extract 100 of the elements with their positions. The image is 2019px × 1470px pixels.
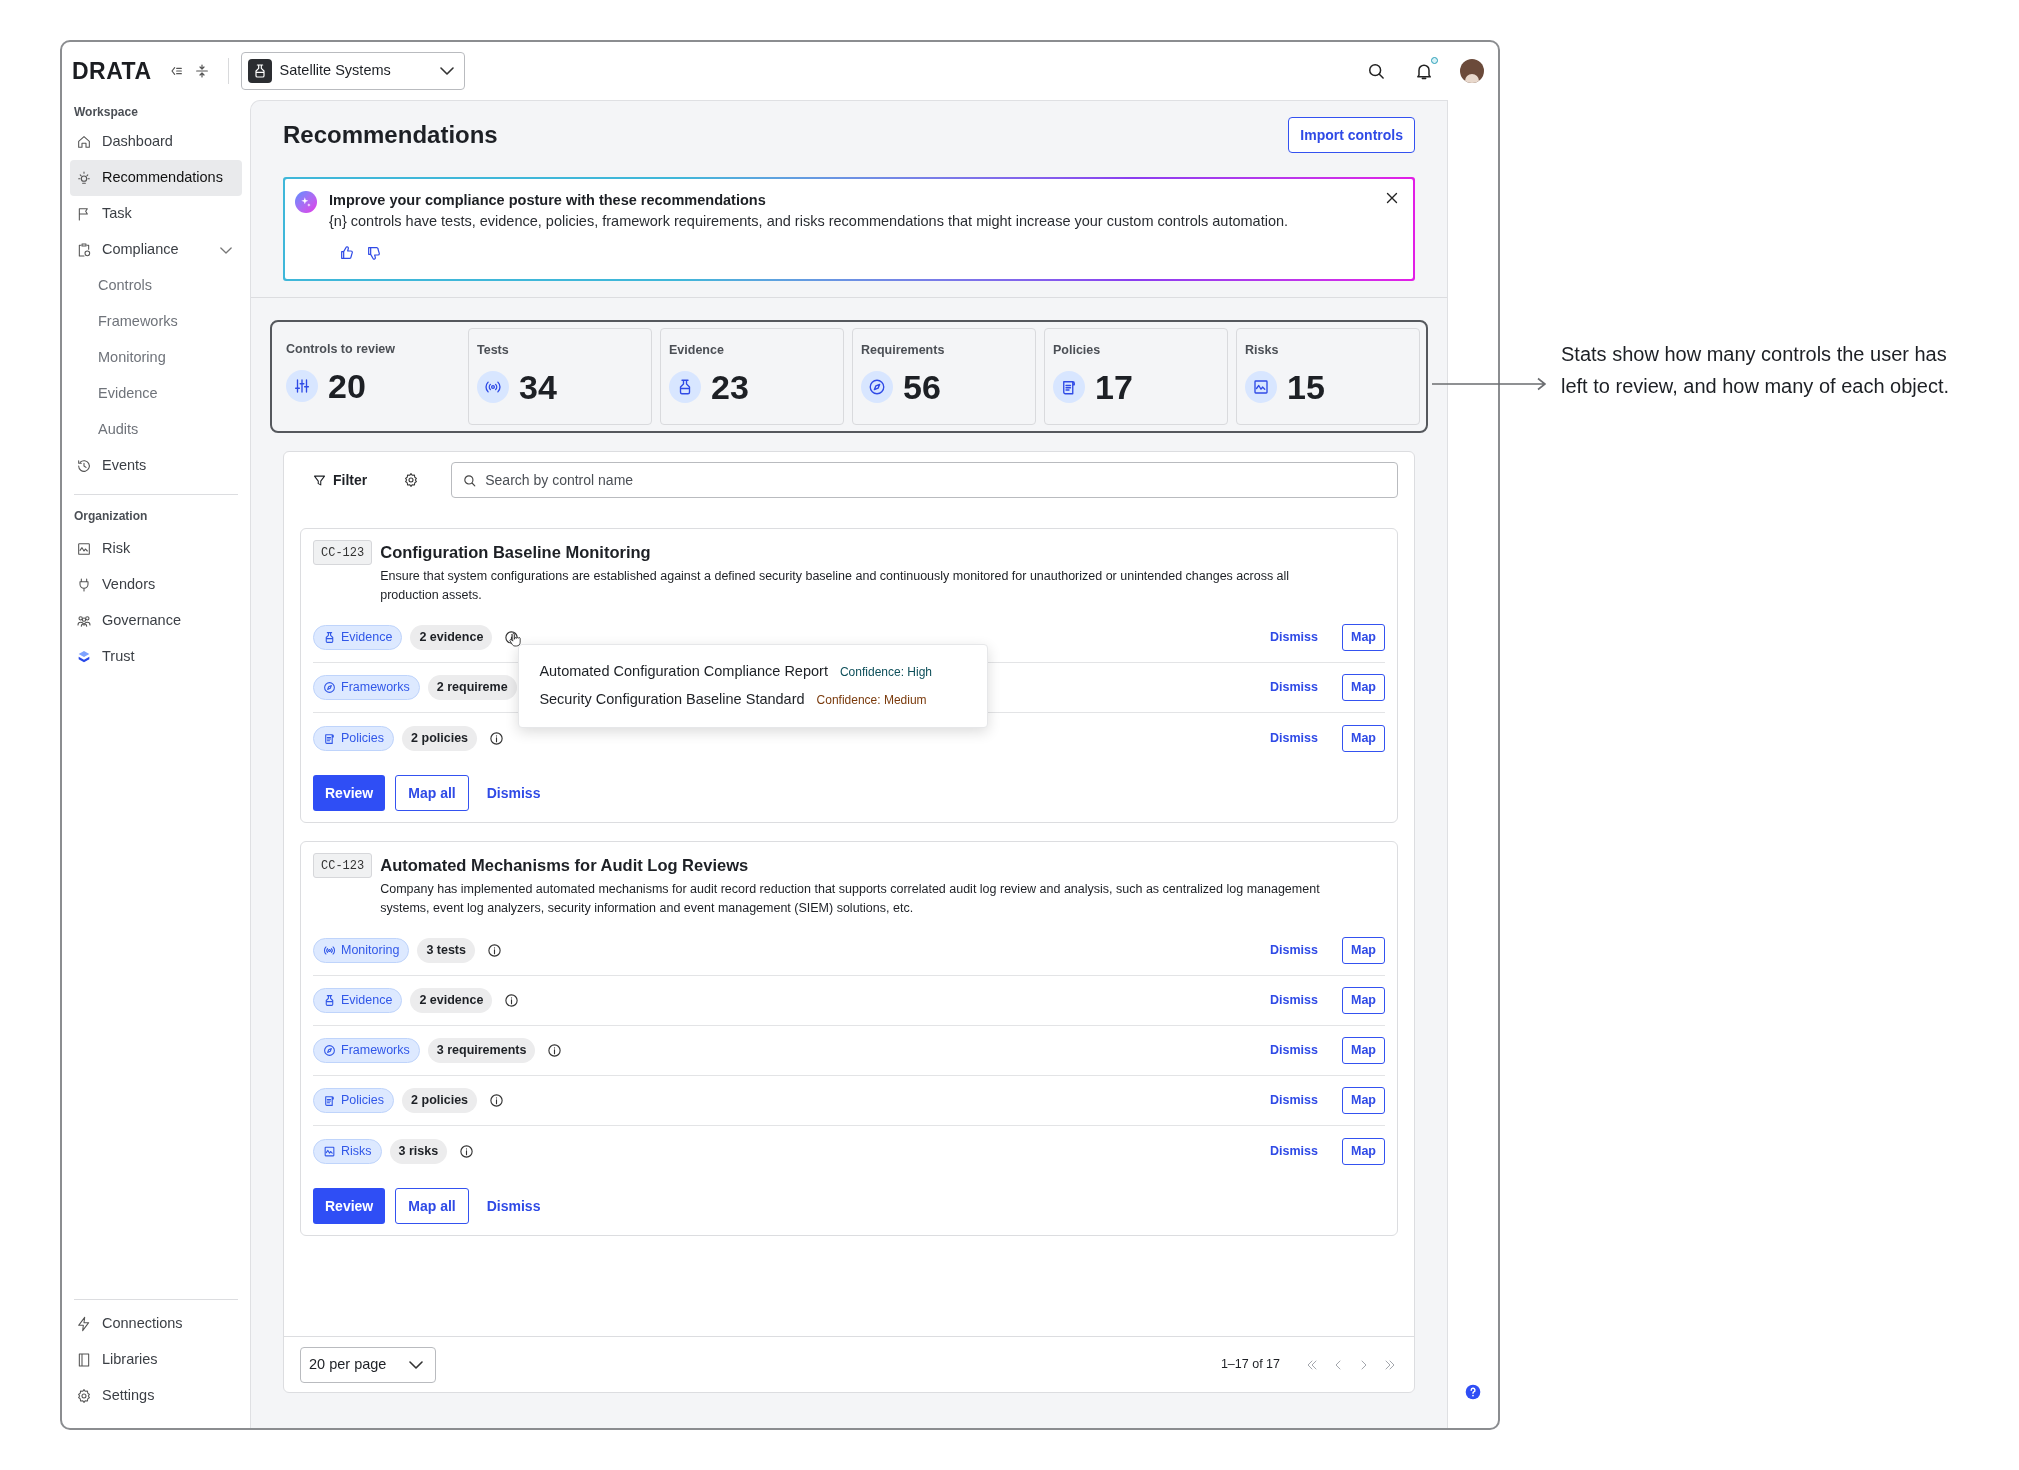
recommendation-type-tag[interactable]: Frameworks	[313, 1038, 420, 1063]
thumbs-down-button[interactable]	[366, 244, 383, 261]
page-title: Recommendations	[283, 120, 498, 150]
map-button[interactable]: Map	[1342, 724, 1385, 752]
compass-icon	[323, 1044, 336, 1057]
filter-button[interactable]: Filter	[312, 465, 368, 495]
recommendation-type-tag[interactable]: Risks	[313, 1138, 382, 1164]
stat-value: 34	[519, 369, 557, 404]
dismiss-link[interactable]: Dismiss	[1270, 728, 1318, 748]
sparkle-icon	[295, 191, 317, 213]
sidebar-item[interactable]: Frameworks	[70, 304, 242, 340]
recommendation-type-tag[interactable]: Evidence	[313, 988, 403, 1013]
help-button[interactable]	[1465, 1384, 1481, 1400]
evidence-name: Automated Configuration Compliance Report	[539, 662, 828, 682]
plug-icon	[76, 577, 92, 593]
stat-value: 56	[903, 369, 941, 404]
settings-icon	[76, 1388, 92, 1404]
sidebar-item[interactable]: Recommendations	[70, 160, 242, 196]
sidebar-item[interactable]: Connections	[70, 1306, 242, 1342]
map-button[interactable]: Map	[1342, 674, 1385, 701]
dismiss-link[interactable]: Dismiss	[486, 1195, 541, 1217]
dismiss-link[interactable]: Dismiss	[486, 782, 541, 804]
sidebar-item[interactable]: Task	[70, 196, 242, 232]
sidebar-item[interactable]: Evidence	[70, 376, 242, 412]
flask-icon	[323, 994, 336, 1007]
sidebar-item[interactable]: Risk	[70, 531, 242, 567]
sidebar-item[interactable]: Dashboard	[70, 124, 242, 160]
import-controls-button[interactable]: Import controls	[1288, 117, 1415, 153]
dismiss-link[interactable]: Dismiss	[1270, 941, 1318, 960]
document-icon	[1053, 370, 1085, 403]
chart-icon	[323, 1144, 336, 1158]
sidebar-item[interactable]: Monitoring	[70, 340, 242, 376]
workspace-select[interactable]: Satellite Systems	[240, 52, 465, 90]
sidebar-item[interactable]: Controls	[70, 268, 242, 304]
map-button[interactable]: Map	[1342, 1037, 1385, 1064]
search-field[interactable]: Search by control name	[451, 462, 1398, 498]
map-button[interactable]: Map	[1342, 987, 1385, 1014]
sidebar-item[interactable]: Settings	[70, 1378, 242, 1414]
search-icon	[462, 472, 478, 488]
avatar[interactable]	[1460, 59, 1484, 83]
recommendation-type-tag[interactable]: Policies	[313, 725, 395, 751]
thumbs-up-button[interactable]	[339, 244, 356, 261]
chevron-down-icon	[439, 67, 454, 75]
info-icon	[487, 943, 502, 958]
map-button[interactable]: Map	[1342, 1087, 1385, 1114]
recommendation-type-tag[interactable]: Frameworks	[313, 675, 420, 700]
compass-icon	[323, 681, 336, 694]
count-tag: 2 evidence	[410, 625, 493, 650]
dismiss-link[interactable]: Dismiss	[1270, 628, 1318, 647]
settings-icon	[403, 472, 420, 488]
count-tag: 2 policies	[402, 725, 478, 751]
count-tag: 3 risks	[389, 1138, 448, 1164]
search-input[interactable]: Search by control name	[485, 469, 1387, 491]
notifications-button[interactable]	[1414, 60, 1436, 82]
thumbs-up-icon	[339, 244, 355, 261]
info-icon	[459, 1143, 475, 1159]
map-button[interactable]: Map	[1342, 1137, 1385, 1165]
count-tag: 2 policies	[402, 1088, 478, 1113]
sidebar-item[interactable]: Events	[70, 448, 242, 484]
lightbulb-icon	[76, 170, 92, 186]
review-button[interactable]: Review	[313, 1188, 386, 1224]
stat-value: 15	[1287, 369, 1325, 404]
dismiss-link[interactable]: Dismiss	[1270, 991, 1318, 1010]
sidebar-item[interactable]: Compliance	[70, 232, 242, 268]
chart-icon	[1245, 370, 1277, 403]
section-heading: Organization	[73, 508, 149, 525]
review-button[interactable]: Review	[313, 775, 386, 811]
document-icon	[323, 1094, 336, 1107]
flask-icon	[323, 631, 336, 644]
recommendation-type-tag[interactable]: Evidence	[313, 625, 403, 650]
banner-text: {n} controls have tests, evidence, policies, framework requirements, and risks recommendations that might increase your custom controls automation.	[329, 212, 1290, 231]
dismiss-link[interactable]: Dismiss	[1270, 678, 1318, 697]
sidebar-item[interactable]: Vendors	[70, 567, 242, 603]
sidebar-item[interactable]: Libraries	[70, 1342, 242, 1378]
dismiss-link[interactable]: Dismiss	[1270, 1141, 1318, 1161]
info-icon	[489, 1093, 505, 1108]
stat-label: Policies	[1053, 342, 1102, 359]
recommendation-type-tag[interactable]: Monitoring	[313, 938, 410, 963]
annotation-text: Stats show how many controls the user has left to review, and how many of each object.	[1561, 342, 1950, 399]
confidence-label: Confidence: Medium	[816, 692, 927, 709]
chart-icon	[76, 541, 92, 557]
people-icon	[76, 613, 92, 629]
sidebar-item[interactable]: Trust	[70, 639, 242, 675]
dismiss-link[interactable]: Dismiss	[1270, 1091, 1318, 1110]
map-all-button[interactable]: Map all	[395, 775, 469, 811]
signal-waves-icon	[323, 944, 336, 957]
dismiss-link[interactable]: Dismiss	[1270, 1041, 1318, 1060]
recommendation-type-tag[interactable]: Policies	[313, 1088, 395, 1113]
map-all-button[interactable]: Map all	[395, 1188, 469, 1224]
sidebar-item[interactable]: Audits	[70, 412, 242, 448]
banner-title: Improve your compliance posture with these recommendations	[329, 191, 766, 210]
map-button[interactable]: Map	[1342, 937, 1385, 964]
page-range: 1–17 of 17	[1220, 1356, 1280, 1374]
sidebar-item[interactable]: Governance	[70, 603, 242, 639]
map-button[interactable]: Map	[1342, 624, 1385, 651]
confidence-label: Confidence: High	[839, 664, 932, 681]
count-tag: 3 tests	[417, 938, 475, 963]
stat-value: 20	[328, 368, 366, 403]
count-tag: 3 requirements	[427, 1038, 536, 1063]
per-page-select[interactable]: 20 per page	[300, 1346, 436, 1383]
